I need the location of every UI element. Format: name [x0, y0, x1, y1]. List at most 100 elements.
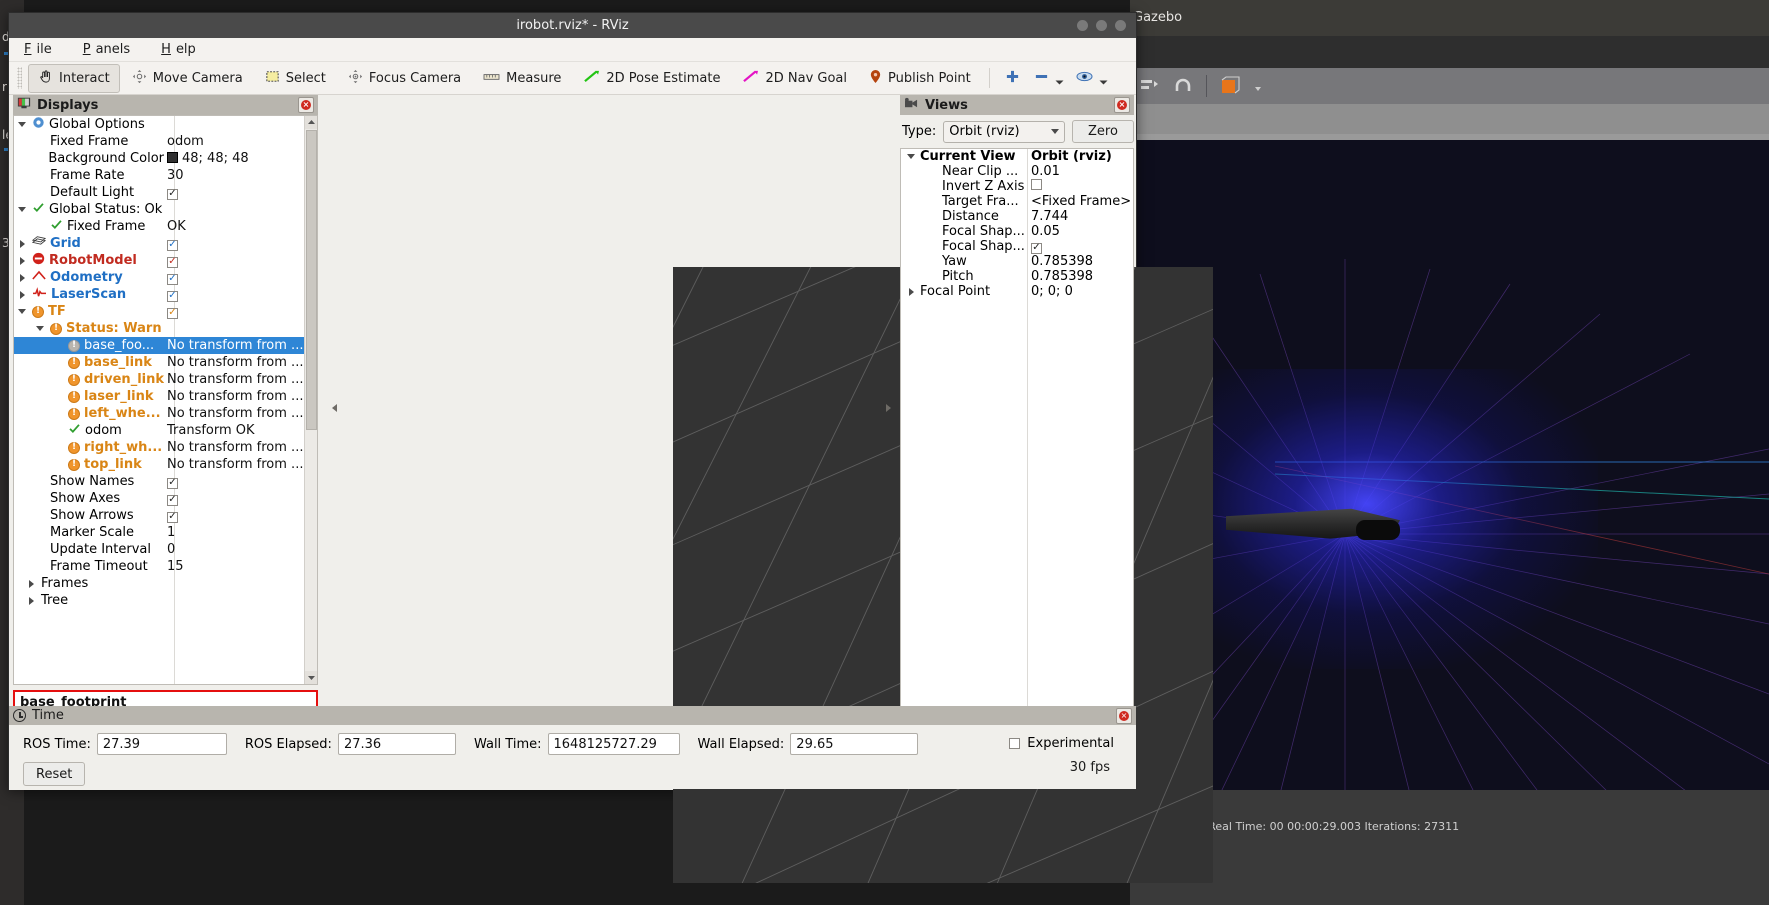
- close-button[interactable]: [1115, 20, 1126, 31]
- display-tree-row[interactable]: Show Axes ✓: [14, 490, 317, 507]
- views-tree[interactable]: Current View Orbit (rviz) Near Clip ... 0.0…: [900, 148, 1134, 752]
- views-tree-row[interactable]: Focal Point 0; 0; 0: [901, 284, 1133, 299]
- toolbar-grip[interactable]: [17, 67, 22, 89]
- left-splitter-handle[interactable]: [330, 399, 339, 417]
- display-tree-row[interactable]: ! Status: Warn: [14, 320, 317, 337]
- display-tree-row[interactable]: ! base_link No transform from ...: [14, 354, 317, 371]
- view-type-combobox[interactable]: Orbit (rviz): [943, 120, 1065, 143]
- display-tree-row[interactable]: Frame Timeout 15: [14, 558, 317, 575]
- display-tree-row[interactable]: Background Color 48; 48; 48: [14, 150, 317, 167]
- displays-panel[interactable]: Displays × Global Options Fixed Frame odom…: [13, 95, 318, 785]
- zero-button[interactable]: Zero: [1072, 120, 1134, 143]
- chevron-right-icon[interactable]: [16, 290, 28, 299]
- visibility-checkbox[interactable]: ✓: [167, 290, 178, 302]
- chevron-down-icon[interactable]: [16, 207, 28, 212]
- chevron-right-icon[interactable]: [905, 287, 917, 296]
- display-tree-row[interactable]: Fixed Frame OK: [14, 218, 317, 235]
- gazebo-3d-viewport[interactable]: [1130, 104, 1769, 790]
- gazebo-toolbar[interactable]: [1130, 68, 1769, 104]
- visibility-checkbox[interactable]: ✓: [167, 239, 178, 251]
- menu-help[interactable]: Help: [156, 41, 206, 58]
- chevron-right-icon[interactable]: [25, 579, 37, 588]
- display-tree-row[interactable]: Grid ✓: [14, 235, 317, 252]
- close-icon[interactable]: ×: [298, 97, 314, 113]
- tool-2d-pose-estimate[interactable]: 2D Pose Estimate: [573, 64, 730, 93]
- display-tree-row[interactable]: ! laser_link No transform from ...: [14, 388, 317, 405]
- display-tree-row[interactable]: Show Names ✓: [14, 473, 317, 490]
- scroll-down-button[interactable]: [305, 671, 317, 684]
- visibility-checkbox[interactable]: ✓: [167, 307, 178, 319]
- chevron-right-icon[interactable]: [16, 256, 28, 265]
- views-tree-row[interactable]: Distance 7.744: [901, 209, 1133, 224]
- display-tree-row[interactable]: LaserScan ✓: [14, 286, 317, 303]
- display-tree-row[interactable]: Global Options: [14, 116, 317, 133]
- tool-publish-point[interactable]: Publish Point: [859, 64, 981, 93]
- color-swatch[interactable]: [167, 152, 178, 163]
- experimental-checkbox[interactable]: [1009, 738, 1021, 749]
- chevron-down-icon[interactable]: [1055, 75, 1064, 90]
- displays-scrollbar[interactable]: [304, 116, 317, 684]
- rviz-menubar[interactable]: File Panels Help: [9, 38, 1136, 62]
- chevron-down-icon[interactable]: [905, 154, 917, 159]
- display-tree-row[interactable]: ! driven_link No transform from ...: [14, 371, 317, 388]
- views-tree-row[interactable]: Near Clip ... 0.01: [901, 164, 1133, 179]
- gazebo-window[interactable]: Gazebo Sim Time: 00 00:00:27.311 Real Ti…: [755, 0, 1769, 905]
- views-tree-row[interactable]: Target Fra... <Fixed Frame>: [901, 194, 1133, 209]
- ros-time-input[interactable]: 27.39: [96, 733, 227, 755]
- tool-interact[interactable]: Interact: [28, 63, 120, 93]
- visibility-checkbox[interactable]: ✓: [167, 256, 178, 268]
- display-tree-row[interactable]: Fixed Frame odom: [14, 133, 317, 150]
- visibility-tool-button[interactable]: [1071, 61, 1113, 95]
- rviz-window-buttons[interactable]: [1077, 20, 1126, 31]
- add-tool-button[interactable]: [998, 64, 1027, 93]
- chevron-right-icon[interactable]: [16, 239, 28, 248]
- remove-tool-button[interactable]: [1029, 61, 1069, 95]
- tool-2d-nav-goal[interactable]: 2D Nav Goal: [732, 64, 857, 93]
- rviz-window[interactable]: irobot.rviz* - RViz File Panels Help Int…: [8, 12, 1213, 883]
- ros-elapsed-input[interactable]: 27.36: [337, 733, 456, 755]
- display-tree-row[interactable]: Global Status: Ok: [14, 201, 317, 218]
- display-tree-row[interactable]: RobotModel ✓: [14, 252, 317, 269]
- wall-elapsed-input[interactable]: 29.65: [790, 733, 919, 755]
- chevron-down-icon[interactable]: [1099, 75, 1108, 90]
- right-splitter-handle[interactable]: [884, 399, 893, 417]
- display-tree-row[interactable]: Tree: [14, 592, 317, 609]
- rviz-toolbar[interactable]: Interact Move Camera Select Focus Camera: [9, 62, 1136, 95]
- scroll-up-button[interactable]: [305, 116, 317, 129]
- rviz-3d-viewport[interactable]: [332, 181, 1213, 883]
- visibility-checkbox[interactable]: ✓: [167, 511, 178, 523]
- visibility-checkbox[interactable]: ✓: [167, 188, 178, 200]
- display-tree-row[interactable]: Marker Scale 1: [14, 524, 317, 541]
- visibility-checkbox[interactable]: ✓: [167, 273, 178, 285]
- display-tree-row[interactable]: ! left_whe... No transform from ...: [14, 405, 317, 422]
- display-tree-row[interactable]: Frame Rate 30: [14, 167, 317, 184]
- time-fields[interactable]: ROS Time: 27.39 ROS Elapsed: 27.36 Wall …: [9, 725, 1136, 755]
- views-tree-row[interactable]: Current View Orbit (rviz): [901, 149, 1133, 164]
- displays-tree[interactable]: Global Options Fixed Frame odom Background …: [13, 115, 318, 685]
- display-tree-row[interactable]: Default Light ✓: [14, 184, 317, 201]
- views-tree-row[interactable]: Pitch 0.785398: [901, 269, 1133, 284]
- views-panel[interactable]: Views × Type: Orbit (rviz) Zero Current …: [900, 95, 1134, 785]
- gazebo-menubar[interactable]: [1130, 36, 1769, 68]
- experimental-checkbox-row[interactable]: Experimental: [1009, 736, 1114, 751]
- display-tree-row[interactable]: Frames: [14, 575, 317, 592]
- chevron-down-icon[interactable]: [34, 326, 46, 331]
- tool-focus-camera[interactable]: Focus Camera: [338, 64, 471, 93]
- tool-select[interactable]: Select: [255, 64, 336, 93]
- scrollbar-thumb[interactable]: [306, 130, 317, 430]
- views-checkbox[interactable]: [1031, 179, 1042, 190]
- views-tree-row[interactable]: Invert Z Axis: [901, 179, 1133, 194]
- tool-move-camera[interactable]: Move Camera: [122, 64, 253, 93]
- menu-panels[interactable]: Panels: [78, 41, 140, 58]
- display-tree-row[interactable]: Update Interval 0: [14, 541, 317, 558]
- align-icon[interactable]: [1138, 75, 1160, 97]
- box-icon[interactable]: [1219, 75, 1241, 97]
- display-tree-row[interactable]: Odometry ✓: [14, 269, 317, 286]
- visibility-checkbox[interactable]: ✓: [167, 477, 178, 489]
- display-tree-row[interactable]: Show Arrows ✓: [14, 507, 317, 524]
- display-tree-row[interactable]: ! base_foo... No transform from ...: [14, 337, 317, 354]
- visibility-checkbox[interactable]: ✓: [167, 494, 178, 506]
- minimize-button[interactable]: [1077, 20, 1088, 31]
- gazebo-playback-controls[interactable]: ❙❙ Steps: 1 Real Time Factor: 0.96: [755, 794, 1769, 816]
- close-icon[interactable]: ×: [1116, 707, 1132, 724]
